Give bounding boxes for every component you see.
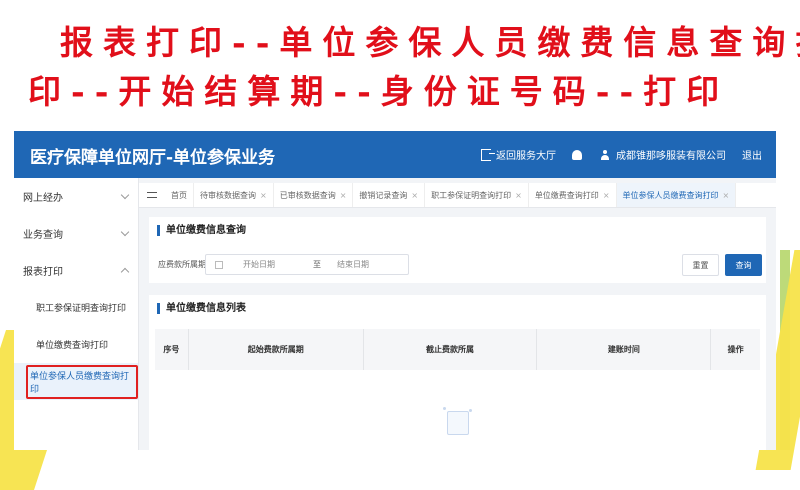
user-icon	[600, 149, 610, 160]
sidebar-item-member-payment[interactable]: 单位参保人员缴费查询打印	[14, 363, 138, 400]
sidebar-group-label: 报表打印	[23, 267, 63, 278]
end-date-input[interactable]: 结束日期	[337, 259, 369, 270]
search-button[interactable]: 查询	[725, 254, 762, 276]
sidebar-item-label: 职工参保证明查询打印	[36, 304, 127, 314]
tab-label: 单位参保人员缴费查询打印	[622, 190, 719, 200]
tab-label: 单位缴费查询打印	[534, 190, 599, 200]
close-icon[interactable]: ×	[260, 191, 267, 200]
return-hall-link[interactable]: 返回服务大厅	[481, 147, 556, 162]
column-header-actions: 操作	[727, 345, 744, 354]
tab-revoke-records[interactable]: 撤销记录查询 ×	[353, 183, 426, 207]
tab-pending-review[interactable]: 待审核数据查询 ×	[194, 183, 274, 207]
sidebar-item-unit-payment[interactable]: 单位缴费查询打印	[14, 326, 138, 363]
tab-label: 待审核数据查询	[200, 190, 256, 200]
sidebar-group-label: 网上经办	[23, 193, 63, 204]
close-icon[interactable]: ×	[723, 191, 730, 200]
tab-unit-payment[interactable]: 单位缴费查询打印 ×	[529, 183, 617, 207]
sidebar: 网上经办 业务查询 报表打印 职工参保证明查询打印 单位缴费查询打印 单位参保人…	[14, 178, 139, 450]
date-range-picker[interactable]: 开始日期 至 结束日期	[205, 254, 409, 275]
menu-toggle-icon[interactable]	[147, 191, 157, 199]
app-title: 医疗保障单位网厅-单位参保业务	[30, 148, 276, 168]
empty-dot	[443, 407, 446, 410]
chevron-down-icon	[120, 190, 130, 200]
range-separator: 至	[313, 260, 321, 269]
app-screenshot: 医疗保障单位网厅-单位参保业务 返回服务大厅 成都锥那哆服装有限公司 退出 网上…	[14, 131, 776, 450]
tab-bar: 首页 待审核数据查询 × 已审核数据查询 × 撤销记录查询 × 职工参保证明查询打印 ×…	[139, 183, 776, 208]
calendar-icon	[215, 260, 223, 269]
tab-employee-cert[interactable]: 职工参保证明查询打印 ×	[425, 183, 529, 207]
banner-line-2: 印--开始结算期--身份证号码--打印	[28, 72, 730, 111]
period-label: 应费款所属期	[158, 260, 206, 269]
company-name: 成都锥那哆服装有限公司	[616, 151, 726, 162]
tab-label: 首页	[171, 190, 187, 200]
sidebar-group-label: 业务查询	[23, 230, 63, 241]
list-panel: 单位缴费信息列表 序号 起始费款所属期 截止费款所属 建账时间 操作	[149, 295, 766, 450]
chevron-down-icon	[120, 227, 130, 237]
banner-line-1: 报表打印--单位参保人员缴费信息查询打	[60, 23, 800, 62]
tab-label: 职工参保证明查询打印	[431, 190, 512, 200]
column-header-start-period: 起始费款所属期	[189, 329, 364, 370]
instruction-banner: 报表打印--单位参保人员缴费信息查询打 印--开始结算期--身份证号码--打印	[28, 18, 800, 116]
sidebar-group-online-service[interactable]: 网上经办	[14, 178, 138, 215]
empty-state-icon	[441, 405, 475, 435]
tab-label: 撤销记录查询	[359, 190, 408, 200]
table-header: 序号 起始费款所属期 截止费款所属 建账时间 操作	[155, 329, 760, 370]
close-icon[interactable]: ×	[411, 191, 418, 200]
tab-home[interactable]: 首页	[165, 183, 194, 207]
return-icon	[481, 148, 495, 161]
return-label: 返回服务大厅	[496, 151, 556, 162]
column-header-index: 序号	[155, 329, 189, 370]
empty-card-shape	[447, 411, 469, 435]
bell-icon	[572, 149, 582, 160]
sidebar-item-label: 单位缴费查询打印	[36, 341, 109, 351]
list-section-title: 单位缴费信息列表	[157, 303, 246, 314]
close-icon[interactable]: ×	[515, 191, 522, 200]
tab-reviewed[interactable]: 已审核数据查询 ×	[274, 183, 354, 207]
close-icon[interactable]: ×	[603, 191, 610, 200]
close-icon[interactable]: ×	[340, 191, 347, 200]
notification-button[interactable]	[572, 149, 584, 160]
query-section-title: 单位缴费信息查询	[157, 225, 246, 236]
topbar-actions: 返回服务大厅 成都锥那哆服装有限公司 退出	[465, 147, 762, 162]
sidebar-item-employee-cert[interactable]: 职工参保证明查询打印	[14, 289, 138, 326]
user-account[interactable]: 成都锥那哆服装有限公司	[600, 147, 726, 162]
sidebar-group-business-query[interactable]: 业务查询	[14, 215, 138, 252]
chevron-up-icon	[120, 267, 130, 277]
column-header-created-time: 建账时间	[537, 329, 712, 370]
tab-member-payment[interactable]: 单位参保人员缴费查询打印 ×	[616, 183, 737, 207]
empty-dot	[469, 409, 472, 412]
start-date-input[interactable]: 开始日期	[243, 259, 303, 270]
query-panel: 单位缴费信息查询 应费款所属期 开始日期 至 结束日期 重置 查询	[149, 217, 766, 283]
logout-link[interactable]: 退出	[742, 147, 762, 162]
sidebar-group-report-print[interactable]: 报表打印	[14, 252, 138, 289]
column-header-end-period: 截止费款所属	[364, 329, 538, 370]
reset-button[interactable]: 重置	[682, 254, 719, 276]
top-bar: 医疗保障单位网厅-单位参保业务 返回服务大厅 成都锥那哆服装有限公司 退出	[14, 131, 776, 178]
tab-label: 已审核数据查询	[279, 190, 336, 200]
sidebar-item-label: 单位参保人员缴费查询打印	[26, 364, 138, 399]
